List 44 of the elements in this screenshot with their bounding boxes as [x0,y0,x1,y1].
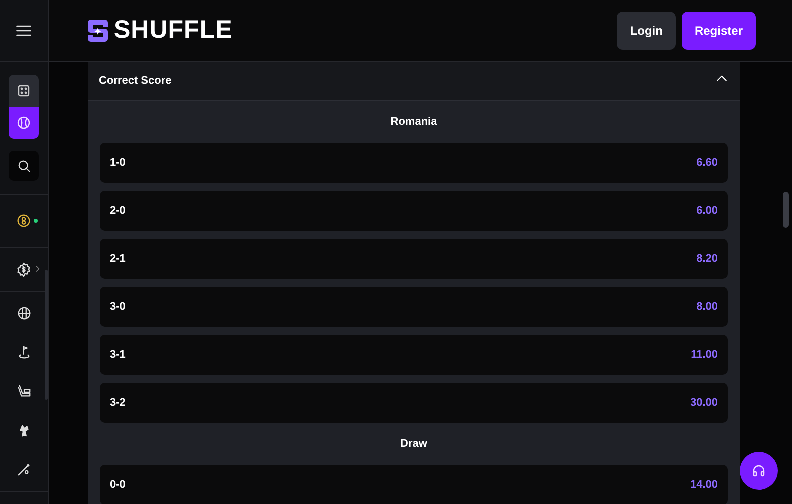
team-name: Romania [390,115,438,130]
score-label: 3-0 [110,301,126,313]
team-name: Draw [400,437,428,452]
login-button[interactable]: Login [617,12,676,50]
odds-row[interactable]: 3-2 30.00 [100,383,728,423]
odds-row[interactable]: 0-0 14.00 [100,465,728,504]
bat-icon [16,462,32,477]
odds-row[interactable]: 2-1 8.20 [100,239,728,279]
market-header[interactable]: Correct Score [88,62,740,101]
odds-row[interactable]: 1-0 6.60 [100,143,728,183]
score-label: 1-0 [110,157,126,169]
odds-row[interactable]: 2-0 6.00 [100,191,728,231]
odds-value: 30.00 [690,397,718,409]
brand-name: SHUFFLE [114,16,233,45]
odds-value: 11.00 [691,349,718,361]
ball-icon [16,115,32,131]
golf-flag-icon [16,345,32,360]
odds-row[interactable]: 3-1 11.00 [100,335,728,375]
support-button[interactable] [740,452,778,490]
odds-value: 8.20 [696,253,718,265]
odds-value: 14.00 [690,479,718,491]
dice-icon [16,83,32,99]
odds-value: 6.00 [696,205,718,217]
scrollbar[interactable] [783,192,789,228]
score-label: 0-0 [110,479,126,491]
odds-value: 6.60 [696,157,718,169]
seat-icon [16,384,32,399]
score-label: 2-0 [110,205,126,217]
status-dot [34,219,38,223]
odds-row[interactable]: 3-0 8.00 [100,287,728,327]
score-label: 3-2 [110,397,126,409]
score-label: 2-1 [110,253,126,265]
register-button[interactable]: Register [682,12,756,50]
basketball-icon [16,306,32,321]
gear-dollar-icon [16,262,32,278]
headset-icon [751,463,767,479]
mode-tab[interactable] [9,107,39,139]
coin-icon [17,214,31,228]
search-icon [16,158,32,174]
logo-icon [88,20,108,42]
odds-value: 8.00 [696,301,718,313]
market-title: Correct Score [99,75,172,87]
score-label: 3-1 [110,349,126,361]
search-button[interactable] [9,151,39,181]
